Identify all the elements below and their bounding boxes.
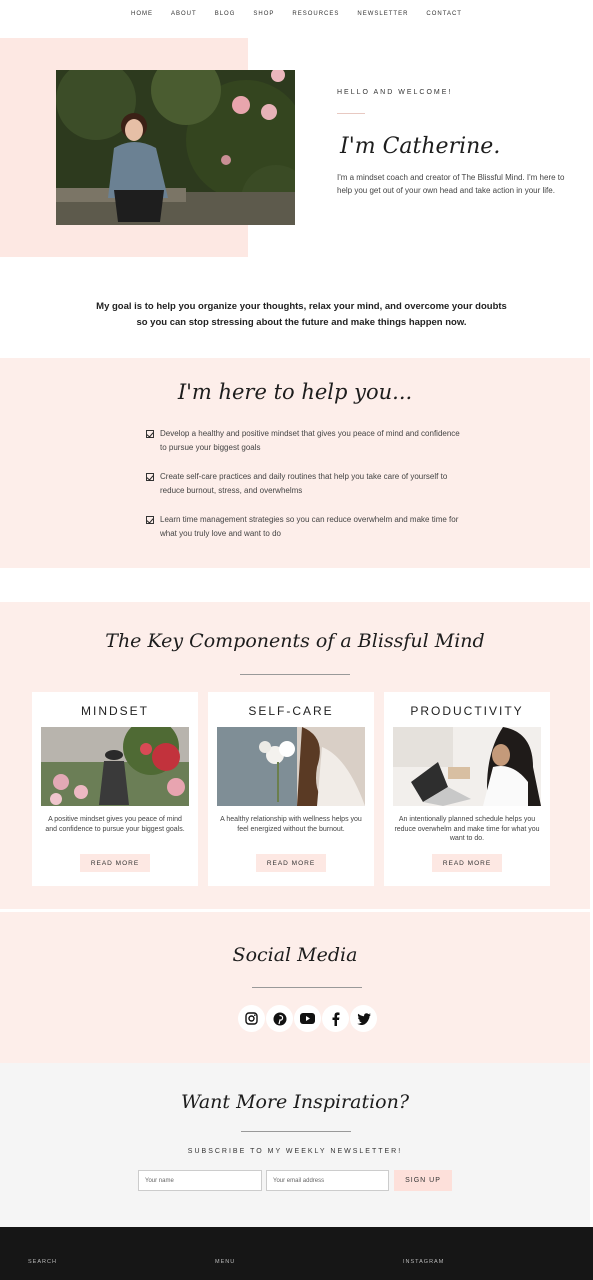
newsletter-section: Want More Inspiration? SUBSCRIBE TO MY W… xyxy=(0,1063,590,1227)
twitter-icon[interactable] xyxy=(350,1005,377,1032)
checkbox-icon xyxy=(146,473,154,481)
hero-divider xyxy=(337,113,365,114)
hero-eyebrow: HELLO AND WELCOME! xyxy=(337,89,453,96)
footer: SEARCH MENU INSTAGRAM xyxy=(0,1227,593,1280)
help-item: Create self-care practices and daily rou… xyxy=(146,470,466,498)
card-text: An intentionally planned schedule helps … xyxy=(394,816,540,842)
card-productivity: PRODUCTIVITY An intentionally planned sc… xyxy=(384,692,550,886)
help-item-text: Learn time management strategies so you … xyxy=(160,515,459,538)
read-more-button[interactable]: READ MORE xyxy=(432,854,502,872)
read-more-button[interactable]: READ MORE xyxy=(256,854,326,872)
footer-menu-heading: MENU xyxy=(215,1259,236,1265)
hero-photo xyxy=(56,70,295,225)
key-divider xyxy=(240,674,350,675)
newsletter-subtitle: SUBSCRIBE TO MY WEEKLY NEWSLETTER! xyxy=(187,1148,403,1155)
nav-shop[interactable]: SHOP xyxy=(253,11,274,17)
help-item: Learn time management strategies so you … xyxy=(146,513,466,541)
social-media-section: Social Media xyxy=(0,912,590,1063)
card-mindset: MINDSET A positive mindset gives you pea… xyxy=(32,692,198,886)
name-input[interactable]: Your name xyxy=(138,1170,262,1191)
key-components-section: The Key Components of a Blissful Mind MI… xyxy=(0,602,590,909)
self-care-photo xyxy=(217,727,365,806)
nav-newsletter[interactable]: NEWSLETTER xyxy=(357,11,408,17)
instagram-icon[interactable] xyxy=(238,1005,265,1032)
hero-intro-text: I'm a mindset coach and creator of The B… xyxy=(337,173,565,195)
help-item-text: Develop a healthy and positive mindset t… xyxy=(160,429,460,452)
checkbox-icon xyxy=(146,430,154,438)
help-item-text: Create self-care practices and daily rou… xyxy=(160,472,448,495)
youtube-icon[interactable] xyxy=(294,1005,321,1032)
card-text: A healthy relationship with wellness hel… xyxy=(220,816,362,833)
facebook-icon[interactable] xyxy=(322,1005,349,1032)
pinterest-icon[interactable] xyxy=(266,1005,293,1032)
nav-resources[interactable]: RESOURCES xyxy=(292,11,339,17)
sign-up-button[interactable]: SIGN UP xyxy=(394,1170,452,1191)
read-more-button[interactable]: READ MORE xyxy=(80,854,150,872)
social-title: Social Media xyxy=(232,944,358,966)
card-title: MINDSET xyxy=(81,704,149,718)
goal-statement: My goal is to help you organize your tho… xyxy=(96,301,507,328)
nav-blog[interactable]: BLOG xyxy=(215,11,236,17)
card-text: A positive mindset gives you peace of mi… xyxy=(45,816,185,833)
social-icons xyxy=(238,1005,377,1032)
email-input[interactable]: Your email address xyxy=(266,1170,389,1191)
nav-about[interactable]: ABOUT xyxy=(171,11,197,17)
help-section: I'm here to help you... Develop a health… xyxy=(0,358,590,568)
card-title: SELF-CARE xyxy=(248,704,334,718)
checkbox-icon xyxy=(146,516,154,524)
card-title: PRODUCTIVITY xyxy=(410,704,524,718)
help-title: I'm here to help you... xyxy=(177,380,413,404)
footer-search-heading: SEARCH xyxy=(28,1259,57,1265)
mindset-photo xyxy=(41,727,189,806)
nav-contact[interactable]: CONTACT xyxy=(426,11,462,17)
newsletter-divider xyxy=(241,1131,351,1132)
social-divider xyxy=(252,987,362,988)
productivity-photo xyxy=(393,727,541,806)
top-nav: HOME ABOUT BLOG SHOP RESOURCES NEWSLETTE… xyxy=(0,0,593,28)
footer-instagram-heading: INSTAGRAM xyxy=(403,1259,445,1265)
nav-home[interactable]: HOME xyxy=(131,11,153,17)
card-self-care: SELF-CARE A healthy relationship with we… xyxy=(208,692,374,886)
help-item: Develop a healthy and positive mindset t… xyxy=(146,427,466,455)
hero-title: I'm Catherine. xyxy=(340,134,501,159)
newsletter-title: Want More Inspiration? xyxy=(180,1091,410,1113)
key-components-title: The Key Components of a Blissful Mind xyxy=(105,630,485,652)
